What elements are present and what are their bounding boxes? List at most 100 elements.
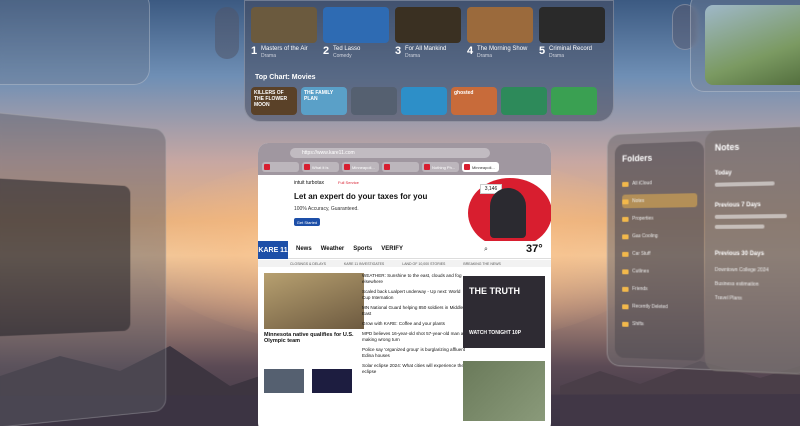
browser-tab[interactable]: Nothing Ph... — [422, 162, 459, 172]
movie-tile[interactable] — [501, 87, 547, 115]
get-started-button[interactable]: Get Started — [294, 218, 320, 226]
movie-tile[interactable]: ghosted — [451, 87, 497, 115]
folder-label: Properties — [632, 216, 653, 222]
folder-item[interactable]: Notes — [622, 193, 697, 208]
tile-title: Ted Lasso — [333, 46, 360, 52]
ticker-link[interactable]: CLOSINGS & DELAYS — [290, 262, 326, 266]
hero-image[interactable] — [264, 273, 364, 329]
tv-show-tile[interactable] — [251, 7, 317, 43]
promo-title: THE TRUTH — [469, 286, 520, 296]
photo-thumbnail[interactable] — [705, 5, 800, 85]
tv-sidebar[interactable] — [215, 7, 239, 59]
tile-rank: 4 — [467, 45, 473, 57]
headline-link[interactable]: Police say 'organized group' is burglari… — [362, 347, 470, 359]
tile-title: Masters of the Air — [261, 46, 308, 52]
headline-link[interactable]: WEATHER: Sunshine to the east, clouds an… — [362, 273, 470, 285]
folders-title: Folders — [622, 153, 652, 164]
movie-tile[interactable]: KILLERS OF THE FLOWER MOON — [251, 87, 297, 115]
ad-subtext: 100% Accuracy, Guaranteed. — [294, 206, 359, 212]
browser-tab[interactable] — [262, 162, 299, 172]
browser-tab[interactable]: Minneapoli... — [462, 162, 499, 172]
ad-brand: intuit turbotax — [294, 180, 324, 186]
topic-ticker: CLOSINGS & DELAYS KARE 11 INVESTIGATES LAN… — [258, 260, 551, 267]
notes-title: Notes — [715, 142, 740, 153]
safari-window[interactable]: https://www.kare11.com What it is Minneap… — [258, 143, 551, 426]
nav-link[interactable]: News — [296, 246, 312, 252]
movie-tile[interactable]: THE FAMILY PLAN — [301, 87, 347, 115]
ticker-link[interactable]: LAND OF 10,000 STORIES — [402, 262, 445, 266]
tv-show-tile[interactable] — [323, 7, 389, 43]
hero-headline[interactable]: Minnesota native qualifies for U.S. Olym… — [264, 332, 364, 344]
ticker-link[interactable]: BREAKING THE NEWS — [463, 262, 500, 266]
notes-section-today: Today — [715, 170, 732, 176]
folder-item[interactable]: Friends — [622, 282, 697, 297]
floating-window-top-left[interactable] — [0, 0, 150, 85]
folder-item[interactable]: Properties — [622, 211, 697, 226]
top-chart-title: Top Chart: Movies — [255, 74, 316, 81]
search-icon[interactable]: ⌕ — [484, 246, 488, 254]
note-placeholder-line — [715, 181, 775, 186]
folder-icon — [622, 321, 628, 326]
ad-headline: Let an expert do your taxes for you — [294, 192, 464, 201]
headline-list: WEATHER: Sunshine to the east, clouds an… — [362, 273, 470, 379]
notes-pane: Notes Today Previous 7 Days Previous 30 … — [705, 126, 800, 375]
folder-item[interactable]: Gas Cooling — [622, 229, 697, 243]
tile-rank: 1 — [251, 45, 257, 57]
headline-link[interactable]: MN National Guard helping 850 soldiers i… — [362, 305, 470, 317]
address-bar[interactable]: https://www.kare11.com — [290, 148, 490, 158]
browser-tab[interactable]: Minneapoli... — [342, 162, 379, 172]
note-item[interactable]: Travel Plans — [715, 295, 742, 302]
notes-section-7days: Previous 7 Days — [715, 202, 761, 209]
kare11-logo[interactable]: KARE 11 — [258, 241, 288, 259]
tv-show-tile[interactable] — [395, 7, 461, 43]
weather-map[interactable] — [463, 361, 545, 421]
headline-link[interactable]: Scaled back Lualpert underway - Up next:… — [362, 289, 470, 301]
nav-link[interactable]: Sports — [353, 246, 372, 252]
story-thumbnail[interactable] — [312, 369, 352, 393]
nav-link[interactable]: Weather — [321, 246, 345, 252]
ad-tag: Full Service — [338, 180, 359, 185]
tile-rank: 3 — [395, 45, 401, 57]
browser-tab[interactable] — [382, 162, 419, 172]
folder-item[interactable]: Car Stuff — [622, 247, 697, 261]
headline-link[interactable]: Grow with KARE: Coffee and your plants — [362, 321, 470, 327]
nav-link[interactable]: VERIFY — [381, 246, 403, 252]
movie-tile[interactable] — [401, 87, 447, 115]
floating-window-left[interactable] — [0, 109, 166, 426]
browser-tab[interactable]: What it is — [302, 162, 339, 172]
movie-tile[interactable] — [351, 87, 397, 115]
folder-item[interactable]: All iCloud — [622, 175, 697, 191]
folder-item[interactable]: Cutlines — [622, 265, 697, 279]
folder-label: All iCloud — [632, 180, 652, 186]
folder-item[interactable]: Shifts — [622, 317, 697, 333]
ticker-link[interactable]: KARE 11 INVESTIGATES — [344, 262, 384, 266]
folder-label: Notes — [632, 198, 644, 204]
turbotax-ad[interactable]: intuit turbotax Full Service Let an expe… — [292, 178, 522, 240]
folder-icon — [622, 234, 628, 239]
note-placeholder-line — [715, 214, 787, 219]
folder-label: Recently Deleted — [632, 304, 668, 311]
movie-tile[interactable] — [551, 87, 597, 115]
note-item[interactable]: Business estimation — [715, 281, 759, 288]
tile-genre: Drama — [261, 53, 276, 59]
headline-link[interactable]: MPD believes 16-year-old shot 57-year-ol… — [362, 331, 470, 343]
folder-label: Car Stuff — [632, 251, 650, 257]
folder-label: Cutlines — [632, 269, 649, 275]
tv-show-tile[interactable] — [539, 7, 605, 43]
ad-person-photo — [490, 188, 526, 238]
folder-label: Gas Cooling — [632, 233, 658, 239]
note-item[interactable]: Downtown College 2024 — [715, 267, 769, 273]
promo-panel[interactable]: THE TRUTH WATCH TONIGHT 10P — [463, 276, 545, 348]
headline-link[interactable]: Solar eclipse 2024: What cities will exp… — [362, 363, 470, 375]
kare11-header: KARE 11 News Weather Sports VERIFY ⌕ 37° — [258, 241, 551, 259]
tile-genre: Drama — [549, 53, 564, 59]
tile-rank: 5 — [539, 45, 545, 57]
photos-window[interactable] — [690, 0, 800, 92]
story-thumbnail[interactable] — [264, 369, 304, 393]
folder-item[interactable]: Recently Deleted — [622, 299, 697, 314]
tv-app-window[interactable]: 1 Masters of the Air Drama 2 Ted Lasso Comedy… — [244, 0, 614, 122]
tv-show-tile[interactable] — [467, 7, 533, 43]
temperature[interactable]: 37° — [526, 243, 543, 255]
folder-icon — [622, 199, 628, 204]
notes-app-window[interactable]: Folders All iCloud Notes Properties Gas Coo… — [607, 125, 800, 374]
